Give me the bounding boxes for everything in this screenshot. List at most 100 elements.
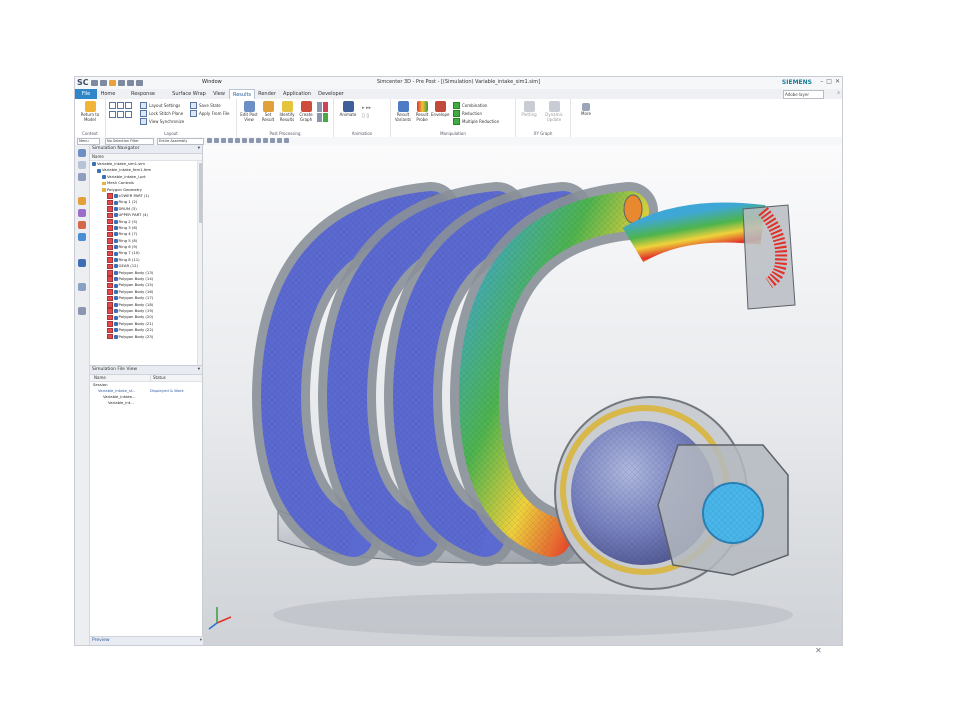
chevron-down-icon[interactable]: ▾ bbox=[200, 637, 202, 645]
checkbox-icon[interactable] bbox=[107, 308, 113, 314]
web-icon[interactable] bbox=[78, 233, 86, 241]
panel-menu-icon[interactable]: ▾ bbox=[198, 366, 200, 374]
identify-results-button[interactable]: Identify Results bbox=[277, 101, 297, 122]
envelope-button[interactable]: Envelope bbox=[431, 101, 449, 118]
animate-button[interactable]: Animate bbox=[338, 101, 358, 118]
checkbox-icon[interactable] bbox=[107, 244, 113, 251]
part-icon[interactable] bbox=[78, 161, 86, 169]
role-icon[interactable] bbox=[78, 259, 86, 267]
tab-file[interactable]: File bbox=[75, 89, 97, 99]
close-icon[interactable]: ✕ bbox=[835, 78, 840, 85]
checkbox-icon[interactable] bbox=[107, 225, 113, 231]
checkbox-icon[interactable] bbox=[107, 263, 113, 270]
checkbox-icon[interactable] bbox=[107, 327, 113, 334]
view-synchronize-button[interactable]: View Synchronize bbox=[140, 118, 184, 125]
checkbox-icon[interactable] bbox=[107, 206, 113, 212]
preview-panel[interactable]: Preview ▾ bbox=[90, 636, 204, 645]
snap-7-icon[interactable] bbox=[249, 138, 254, 143]
snap-2-icon[interactable] bbox=[214, 138, 219, 143]
panel-menu-icon[interactable]: ▾ bbox=[198, 145, 200, 153]
bottom-close-icon[interactable]: ✕ bbox=[815, 646, 822, 655]
checkbox-icon[interactable] bbox=[107, 257, 113, 263]
tool-1-icon[interactable] bbox=[317, 102, 322, 112]
window-menu[interactable]: Window bbox=[202, 79, 222, 85]
reuse-icon[interactable] bbox=[78, 221, 86, 229]
checkbox-icon[interactable] bbox=[107, 250, 113, 257]
plotting-button[interactable]: Plotting bbox=[518, 101, 540, 118]
save-icon[interactable] bbox=[91, 79, 98, 86]
tab-application[interactable]: Application bbox=[280, 89, 314, 99]
checkbox-icon[interactable] bbox=[107, 282, 113, 289]
settings-icon[interactable] bbox=[78, 307, 86, 315]
tab-developer[interactable]: Developer bbox=[316, 89, 346, 99]
clock-icon[interactable] bbox=[78, 283, 86, 291]
result-variants-button[interactable]: Result Variants bbox=[393, 101, 413, 122]
cut-icon[interactable] bbox=[127, 79, 134, 86]
selection-filter-dropdown[interactable]: No Selection Filter bbox=[105, 138, 154, 145]
return-to-model-button[interactable]: Return to Model bbox=[77, 101, 103, 122]
minimize-icon[interactable]: – bbox=[820, 78, 823, 85]
tab-surface-wrap[interactable]: Surface Wrap bbox=[169, 89, 209, 99]
multiple-reduction-button[interactable]: Multiple Reduction bbox=[453, 118, 499, 125]
checkbox-icon[interactable] bbox=[107, 270, 113, 276]
result-probe-button[interactable]: Result Probe bbox=[413, 101, 431, 122]
redo-icon[interactable] bbox=[118, 79, 125, 86]
constraint-icon[interactable] bbox=[78, 197, 86, 205]
highlight-icon[interactable] bbox=[109, 79, 116, 86]
checkbox-icon[interactable] bbox=[107, 218, 113, 225]
tool-2-icon[interactable] bbox=[323, 102, 328, 112]
tab-response-dynamics[interactable]: Response Dynamics bbox=[119, 89, 167, 107]
tree-scrollbar[interactable] bbox=[197, 161, 202, 367]
snap-6-icon[interactable] bbox=[242, 138, 247, 143]
apply-from-file-button[interactable]: Apply From File bbox=[190, 110, 229, 117]
graphics-viewport[interactable] bbox=[203, 145, 842, 645]
checkbox-icon[interactable] bbox=[107, 238, 113, 244]
snap-11-icon[interactable] bbox=[277, 138, 282, 143]
checkbox-icon[interactable] bbox=[107, 212, 113, 219]
more-button[interactable]: More bbox=[577, 103, 595, 117]
set-result-button[interactable]: Set Result bbox=[259, 101, 277, 122]
checkbox-icon[interactable] bbox=[107, 295, 113, 302]
checkbox-icon[interactable] bbox=[107, 193, 113, 199]
search-icon[interactable]: ⌕ bbox=[837, 90, 840, 96]
maximize-icon[interactable]: □ bbox=[826, 78, 832, 85]
nav-icon[interactable] bbox=[78, 173, 86, 181]
snap-1-icon[interactable] bbox=[207, 138, 212, 143]
layout-3-icon[interactable] bbox=[125, 102, 132, 109]
checkbox-icon[interactable] bbox=[107, 314, 113, 321]
checkbox-icon[interactable] bbox=[107, 199, 113, 206]
tab-home[interactable]: Home bbox=[99, 89, 117, 99]
checkbox-icon[interactable] bbox=[107, 231, 113, 238]
edit-post-view-button[interactable]: Edit Post View bbox=[239, 101, 259, 122]
navigator-column-name[interactable]: Name bbox=[90, 154, 202, 161]
layout-settings-button[interactable]: Layout Settings bbox=[140, 102, 180, 109]
tab-view[interactable]: View bbox=[211, 89, 227, 99]
snap-9-icon[interactable] bbox=[263, 138, 268, 143]
checkbox-icon[interactable] bbox=[107, 321, 113, 327]
undo-icon[interactable] bbox=[100, 79, 107, 86]
snap-3-icon[interactable] bbox=[221, 138, 226, 143]
file-view-row[interactable]: Variable_int... bbox=[90, 400, 202, 406]
lock-stitch-plane-button[interactable]: Lock Stitch Plane bbox=[140, 110, 183, 117]
view-triad[interactable] bbox=[208, 607, 232, 630]
snap-12-icon[interactable] bbox=[284, 138, 289, 143]
combination-button[interactable]: Combination bbox=[453, 102, 487, 109]
checkbox-icon[interactable] bbox=[107, 333, 113, 340]
copy-icon[interactable] bbox=[136, 79, 143, 86]
assembly-scope-dropdown[interactable]: Entire Assembly bbox=[157, 138, 204, 145]
layout-2-icon[interactable] bbox=[117, 102, 124, 109]
tool-4-icon[interactable] bbox=[323, 112, 328, 122]
home-icon[interactable] bbox=[78, 149, 86, 157]
snap-10-icon[interactable] bbox=[270, 138, 275, 143]
dynamic-update-button[interactable]: Dynamic Update bbox=[542, 101, 566, 122]
layout-1-icon[interactable] bbox=[109, 102, 116, 109]
layout-5-icon[interactable] bbox=[117, 111, 124, 118]
playback-controls[interactable]: ▸ ▸▸ ▯ ▯ bbox=[362, 104, 371, 120]
snap-8-icon[interactable] bbox=[256, 138, 261, 143]
tree-node[interactable]: Polygon Body (23) bbox=[90, 334, 202, 340]
reduction-button[interactable]: Reduction bbox=[453, 110, 482, 117]
command-search-input[interactable]: Adobe layer bbox=[783, 90, 824, 99]
tab-render[interactable]: Render bbox=[256, 89, 278, 99]
scrollbar-thumb[interactable] bbox=[198, 163, 202, 223]
checkbox-icon[interactable] bbox=[107, 276, 113, 282]
